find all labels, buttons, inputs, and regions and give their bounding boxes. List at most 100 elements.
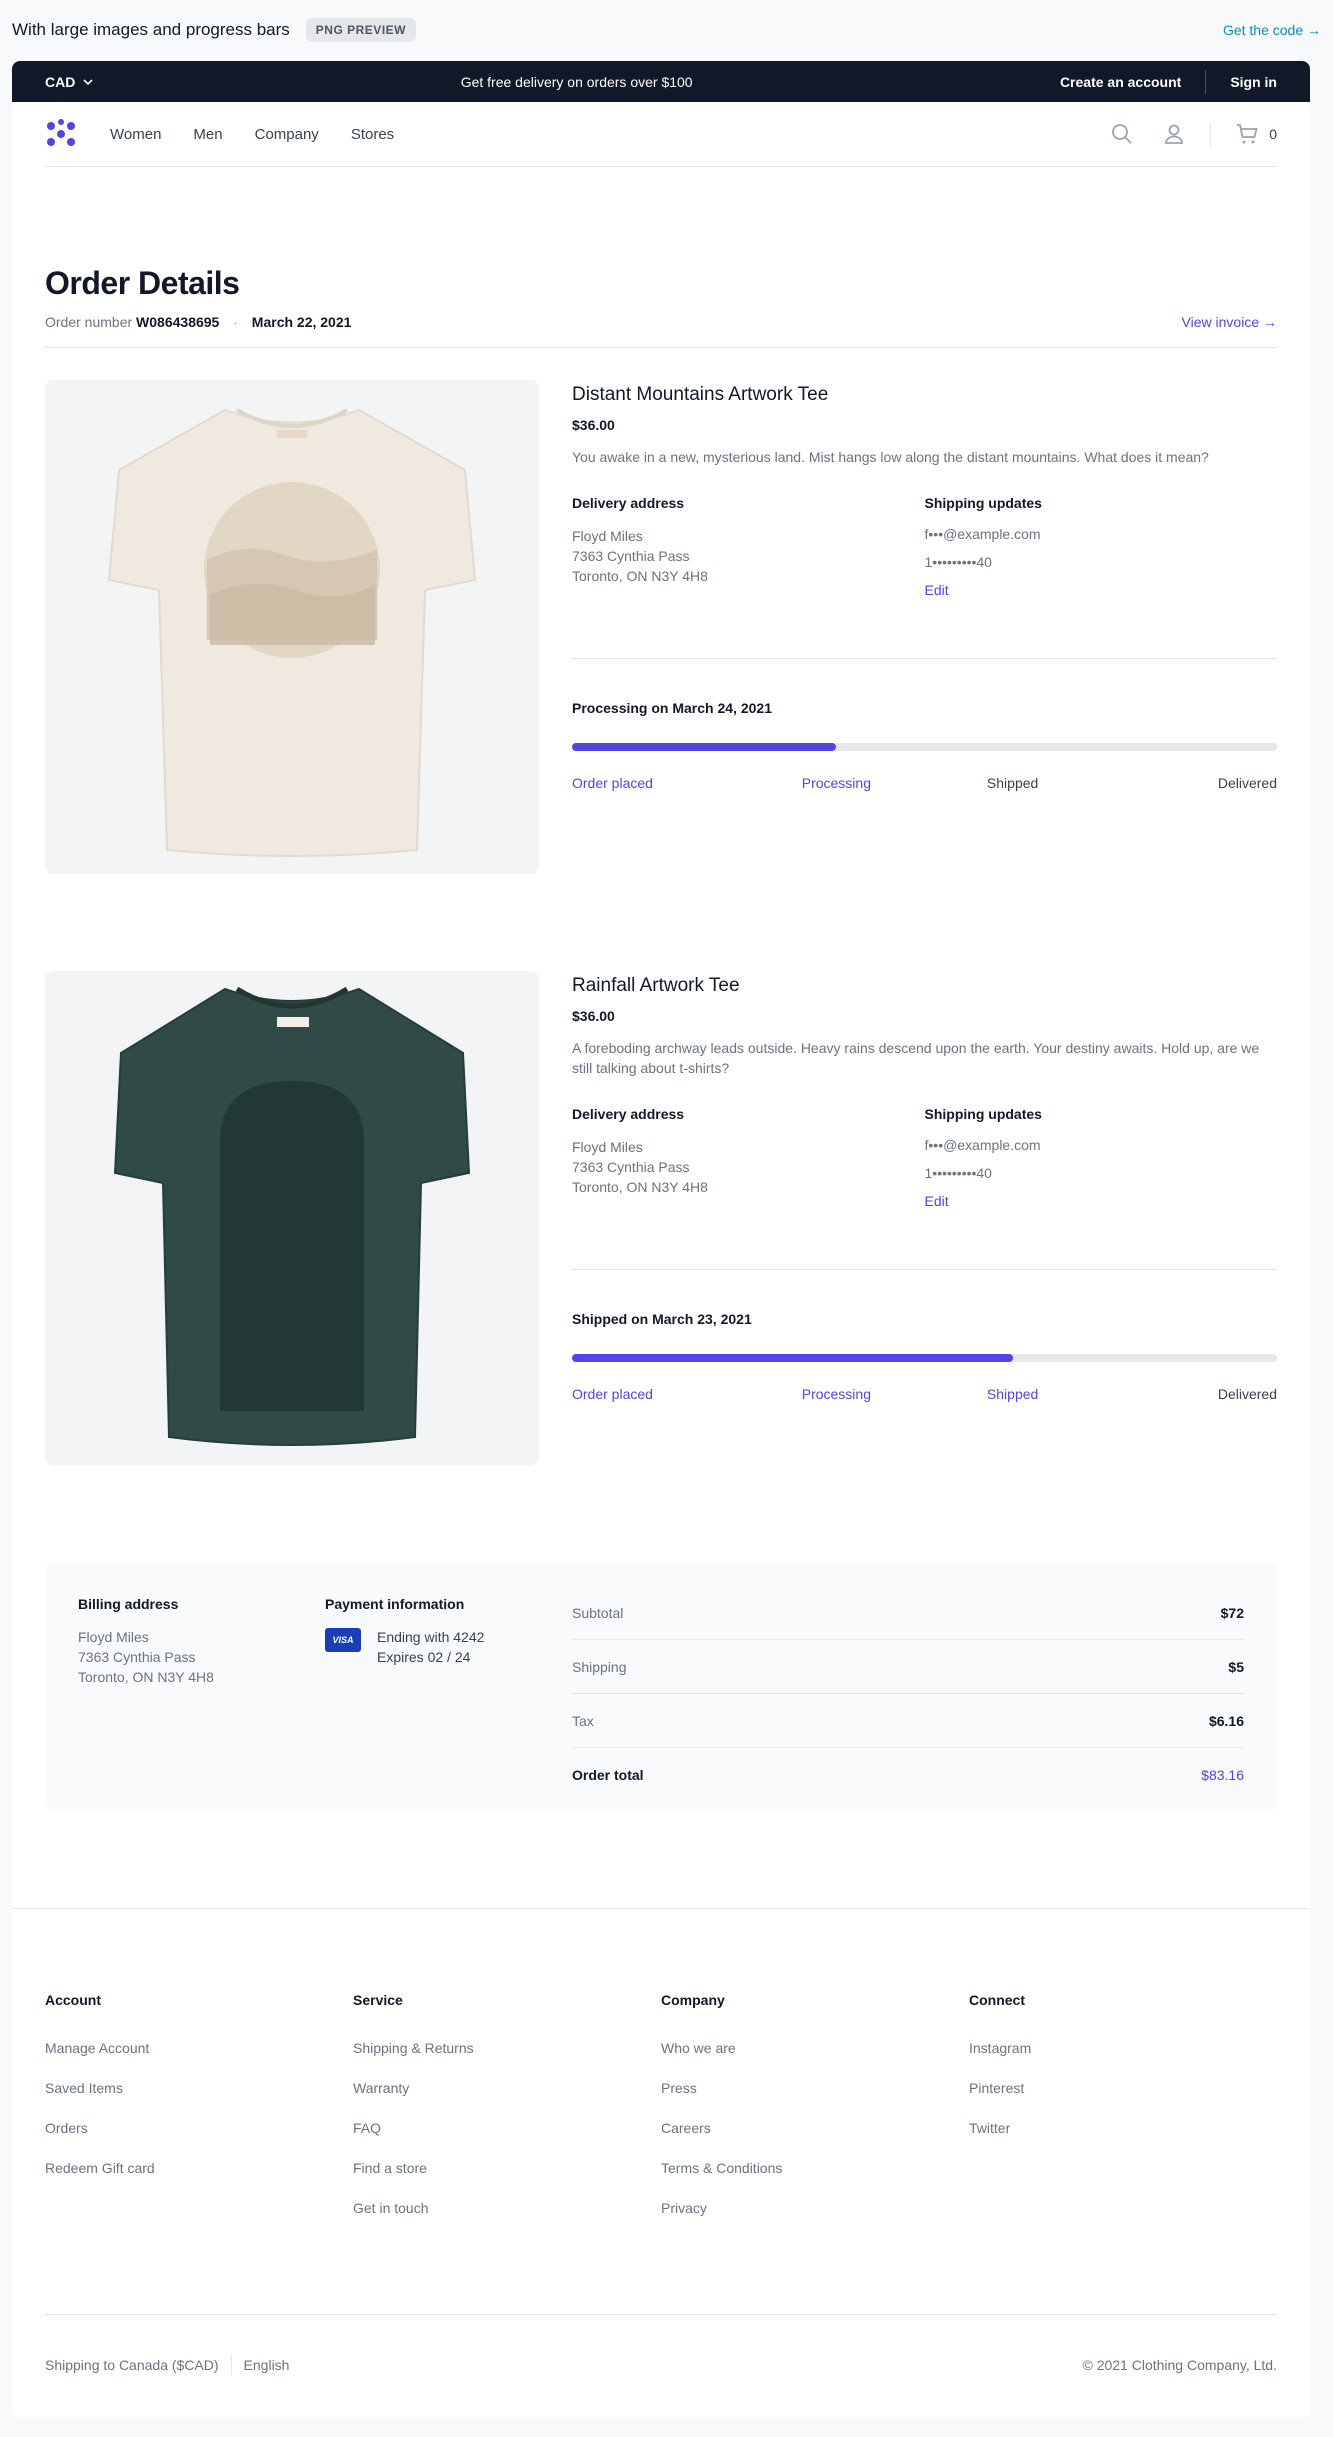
address-line: Floyd Miles xyxy=(572,528,643,544)
progress-steps: Order placed Processing Shipped Delivere… xyxy=(572,1386,1277,1402)
total-label: Order total xyxy=(572,1767,644,1783)
nav-link-men[interactable]: Men xyxy=(193,126,222,143)
step-order-placed: Order placed xyxy=(572,1386,653,1402)
order-number: W086438695 xyxy=(136,314,220,330)
footer: Account Manage Account Saved Items Order… xyxy=(12,1908,1310,2415)
footer-link[interactable]: FAQ xyxy=(353,2120,661,2136)
footer-link[interactable]: Saved Items xyxy=(45,2080,353,2096)
nav-link-women[interactable]: Women xyxy=(110,126,161,143)
footer-link[interactable]: Instagram xyxy=(969,2040,1277,2056)
order-summary: Billing address Floyd Miles 7363 Cynthia… xyxy=(45,1563,1277,1810)
shipping-updates-label: Shipping updates xyxy=(924,1106,1042,1122)
footer-link[interactable]: Get in touch xyxy=(353,2200,661,2216)
step-delivered: Delivered xyxy=(1217,775,1277,791)
payment-information-label: Payment information xyxy=(325,1596,465,1612)
order-number-label: Order number xyxy=(45,314,133,330)
get-code-link[interactable]: Get the code → xyxy=(1223,22,1321,38)
billing-address: Billing address Floyd Miles 7363 Cynthia… xyxy=(78,1596,325,1777)
footer-link[interactable]: Careers xyxy=(661,2120,969,2136)
promo-message: Get free delivery on orders over $100 xyxy=(460,73,693,90)
footer-link[interactable]: Pinterest xyxy=(969,2080,1277,2096)
order-item: Rainfall Artwork Tee $36.00 A foreboding… xyxy=(45,971,1277,1465)
address-line: 7363 Cynthia Pass xyxy=(572,548,690,564)
order-date: March 22, 2021 xyxy=(251,314,352,330)
language-link[interactable]: English xyxy=(244,2357,290,2373)
step-delivered: Delivered xyxy=(1217,1386,1277,1402)
delivery-address: Delivery address Floyd Miles 7363 Cynthi… xyxy=(572,1106,925,1221)
product-details: Delivery address Floyd Miles 7363 Cynthi… xyxy=(572,495,1277,659)
footer-link[interactable]: Find a store xyxy=(353,2160,661,2176)
nav-right: 0 xyxy=(1110,122,1277,146)
footer-link[interactable]: Warranty xyxy=(353,2080,661,2096)
promo-bar: CAD Get free delivery on orders over $10… xyxy=(12,61,1310,102)
address-line: Floyd Miles xyxy=(572,1139,643,1155)
edit-link[interactable]: Edit xyxy=(925,1193,1278,1209)
tax-row: Tax $6.16 xyxy=(572,1694,1244,1748)
divider xyxy=(230,2355,232,2375)
subtotal-row: Subtotal $72 xyxy=(572,1586,1244,1640)
preview-badge: PNG PREVIEW xyxy=(305,18,416,42)
shipping-country-link[interactable]: Shipping to Canada ($CAD) xyxy=(45,2357,219,2373)
footer-link[interactable]: Press xyxy=(661,2080,969,2096)
main-nav: Women Men Company Stores 0 xyxy=(45,102,1277,167)
nav-link-stores[interactable]: Stores xyxy=(351,126,394,143)
shipping-updates-label: Shipping updates xyxy=(924,495,1042,511)
billing-address-label: Billing address xyxy=(78,1596,179,1612)
order-totals: Subtotal $72 Shipping $5 Tax $6.16 Order… xyxy=(572,1586,1244,1783)
footer-link[interactable]: Who we are xyxy=(661,2040,969,2056)
separator-dot: · xyxy=(233,314,238,330)
step-processing: Processing xyxy=(801,775,871,791)
card-expires: Expires 02 / 24 xyxy=(377,1649,471,1665)
total-value: $83.16 xyxy=(1201,1767,1244,1783)
progress-steps: Order placed Processing Shipped Delivere… xyxy=(572,775,1277,791)
delivery-address-label: Delivery address xyxy=(572,495,685,511)
subtotal-value: $72 xyxy=(1220,1604,1244,1621)
masked-email: f•••@example.com xyxy=(924,1137,1041,1153)
masked-phone: 1•••••••••40 xyxy=(924,1165,992,1181)
step-shipped: Shipped xyxy=(986,775,1039,791)
currency-label: CAD xyxy=(45,73,76,90)
product-description: You awake in a new, mysterious land. Mis… xyxy=(572,449,1209,465)
card-ending: Ending with 4242 xyxy=(377,1629,485,1645)
footer-link[interactable]: Twitter xyxy=(969,2120,1277,2136)
edit-link[interactable]: Edit xyxy=(925,582,1278,598)
main-content: Order Details Order number W086438695 · … xyxy=(12,265,1310,1810)
footer-link[interactable]: Manage Account xyxy=(45,2040,353,2056)
address-line: 7363 Cynthia Pass xyxy=(78,1649,196,1665)
footer-link[interactable]: Privacy xyxy=(661,2200,969,2216)
subtotal-label: Subtotal xyxy=(572,1604,624,1621)
user-icon[interactable] xyxy=(1162,122,1186,146)
create-account-link[interactable]: Create an account xyxy=(1060,74,1181,90)
logo-icon[interactable] xyxy=(45,118,77,150)
progress-bar xyxy=(572,743,1277,751)
currency-selector[interactable]: CAD xyxy=(45,74,93,90)
footer-link[interactable]: Orders xyxy=(45,2120,353,2136)
footer-heading: Service xyxy=(353,1992,403,2008)
nav-link-company[interactable]: Company xyxy=(255,126,319,143)
tax-value: $6.16 xyxy=(1208,1712,1244,1729)
address-line: Floyd Miles xyxy=(78,1629,149,1645)
footer-heading: Account xyxy=(45,1992,101,2008)
shipping-label: Shipping xyxy=(572,1658,627,1675)
product-name[interactable]: Distant Mountains Artwork Tee xyxy=(572,384,1277,406)
step-shipped: Shipped xyxy=(986,1386,1039,1402)
footer-link[interactable]: Terms & Conditions xyxy=(661,2160,969,2176)
cart-button[interactable]: 0 xyxy=(1235,122,1277,146)
search-icon[interactable] xyxy=(1110,122,1134,146)
view-invoice-link[interactable]: View invoice → xyxy=(1182,314,1277,347)
nav-left: Women Men Company Stores xyxy=(45,118,394,150)
footer-heading: Connect xyxy=(969,1992,1025,2008)
footer-link[interactable]: Redeem Gift card xyxy=(45,2160,353,2176)
step-processing: Processing xyxy=(801,1386,871,1402)
footer-link[interactable]: Shipping & Returns xyxy=(353,2040,661,2056)
product-name[interactable]: Rainfall Artwork Tee xyxy=(572,975,1277,997)
store-frame: CAD Get free delivery on orders over $10… xyxy=(12,61,1310,2417)
address-line: Toronto, ON N3Y 4H8 xyxy=(572,568,708,584)
sign-in-link[interactable]: Sign in xyxy=(1230,74,1277,90)
payment-information: Payment information VISA Ending with 424… xyxy=(325,1596,572,1777)
cart-count: 0 xyxy=(1269,126,1277,142)
tshirt-image xyxy=(113,986,471,1446)
status-text: Processing on March 24, 2021 xyxy=(572,700,772,716)
footer-column-service: Service Shipping & Returns Warranty FAQ … xyxy=(353,1992,661,2314)
total-row: Order total $83.16 xyxy=(572,1748,1244,1802)
